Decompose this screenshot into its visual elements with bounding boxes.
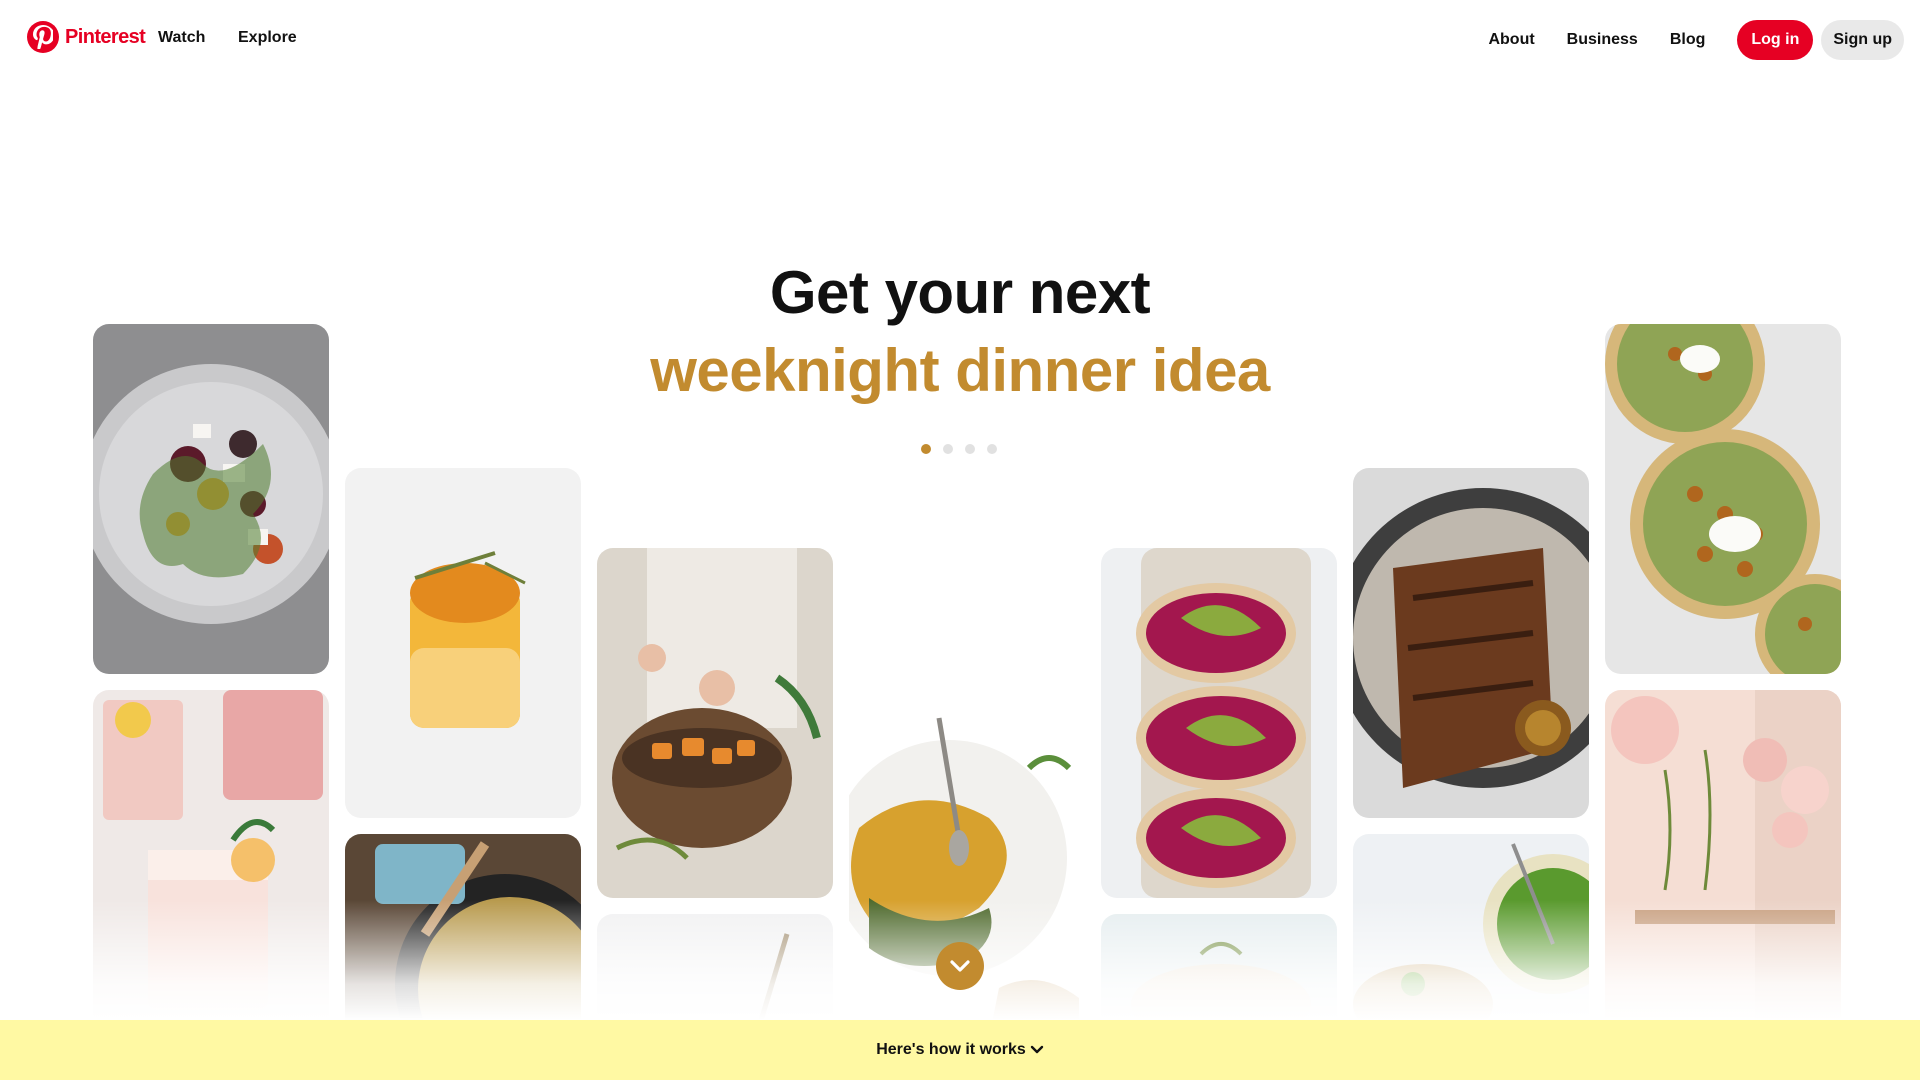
carousel-dot-2[interactable] bbox=[943, 444, 953, 454]
nav-link-blog[interactable]: Blog bbox=[1670, 31, 1706, 49]
carousel-dot-3[interactable] bbox=[965, 444, 975, 454]
pin-squash-bowl[interactable] bbox=[597, 548, 833, 898]
chevron-down-icon bbox=[950, 960, 970, 972]
top-nav: Pinterest Watch Explore About Business B… bbox=[0, 0, 1920, 80]
carousel-dot-1[interactable] bbox=[921, 444, 931, 454]
nav-link-about[interactable]: About bbox=[1488, 31, 1534, 49]
nav-link-explore[interactable]: Explore bbox=[238, 29, 297, 47]
carousel-dot-4[interactable] bbox=[987, 444, 997, 454]
pin-cocktail-spoon[interactable] bbox=[597, 914, 833, 1034]
signup-button[interactable]: Sign up bbox=[1821, 20, 1904, 60]
nav-right-group: About Business Blog Log in Sign up bbox=[1488, 20, 1904, 60]
scroll-down-button[interactable] bbox=[936, 942, 984, 990]
pin-party-room[interactable] bbox=[1605, 690, 1841, 1030]
hero-rotating-subheading: weeknight dinner idea bbox=[650, 337, 1270, 404]
pin-pink-lemonade[interactable] bbox=[93, 690, 329, 1030]
nav-link-business[interactable]: Business bbox=[1567, 31, 1638, 49]
how-it-works-link[interactable]: Here's how it works bbox=[876, 1041, 1044, 1059]
how-it-works-label: Here's how it works bbox=[876, 1041, 1026, 1058]
carousel-dots bbox=[921, 444, 997, 454]
pinterest-logo-icon bbox=[27, 21, 59, 53]
login-button[interactable]: Log in bbox=[1737, 20, 1814, 60]
pin-citrus-drink[interactable] bbox=[345, 468, 581, 818]
pin-wrap[interactable] bbox=[1101, 914, 1337, 1034]
pin-beet-toast[interactable] bbox=[1101, 548, 1337, 898]
chevron-down-icon bbox=[1030, 1045, 1044, 1054]
brand-name: Pinterest bbox=[65, 25, 146, 48]
hero-heading: Get your next bbox=[769, 259, 1151, 326]
how-it-works-bar: Here's how it works bbox=[0, 1020, 1920, 1080]
pin-blackened-chicken[interactable] bbox=[1353, 468, 1589, 818]
pin-peas-toast[interactable] bbox=[1353, 834, 1589, 1034]
pin-frittata[interactable] bbox=[345, 834, 581, 1034]
nav-link-watch[interactable]: Watch bbox=[158, 29, 205, 47]
pin-grid bbox=[0, 0, 1920, 1034]
home-logo-link[interactable]: Pinterest bbox=[27, 21, 146, 53]
